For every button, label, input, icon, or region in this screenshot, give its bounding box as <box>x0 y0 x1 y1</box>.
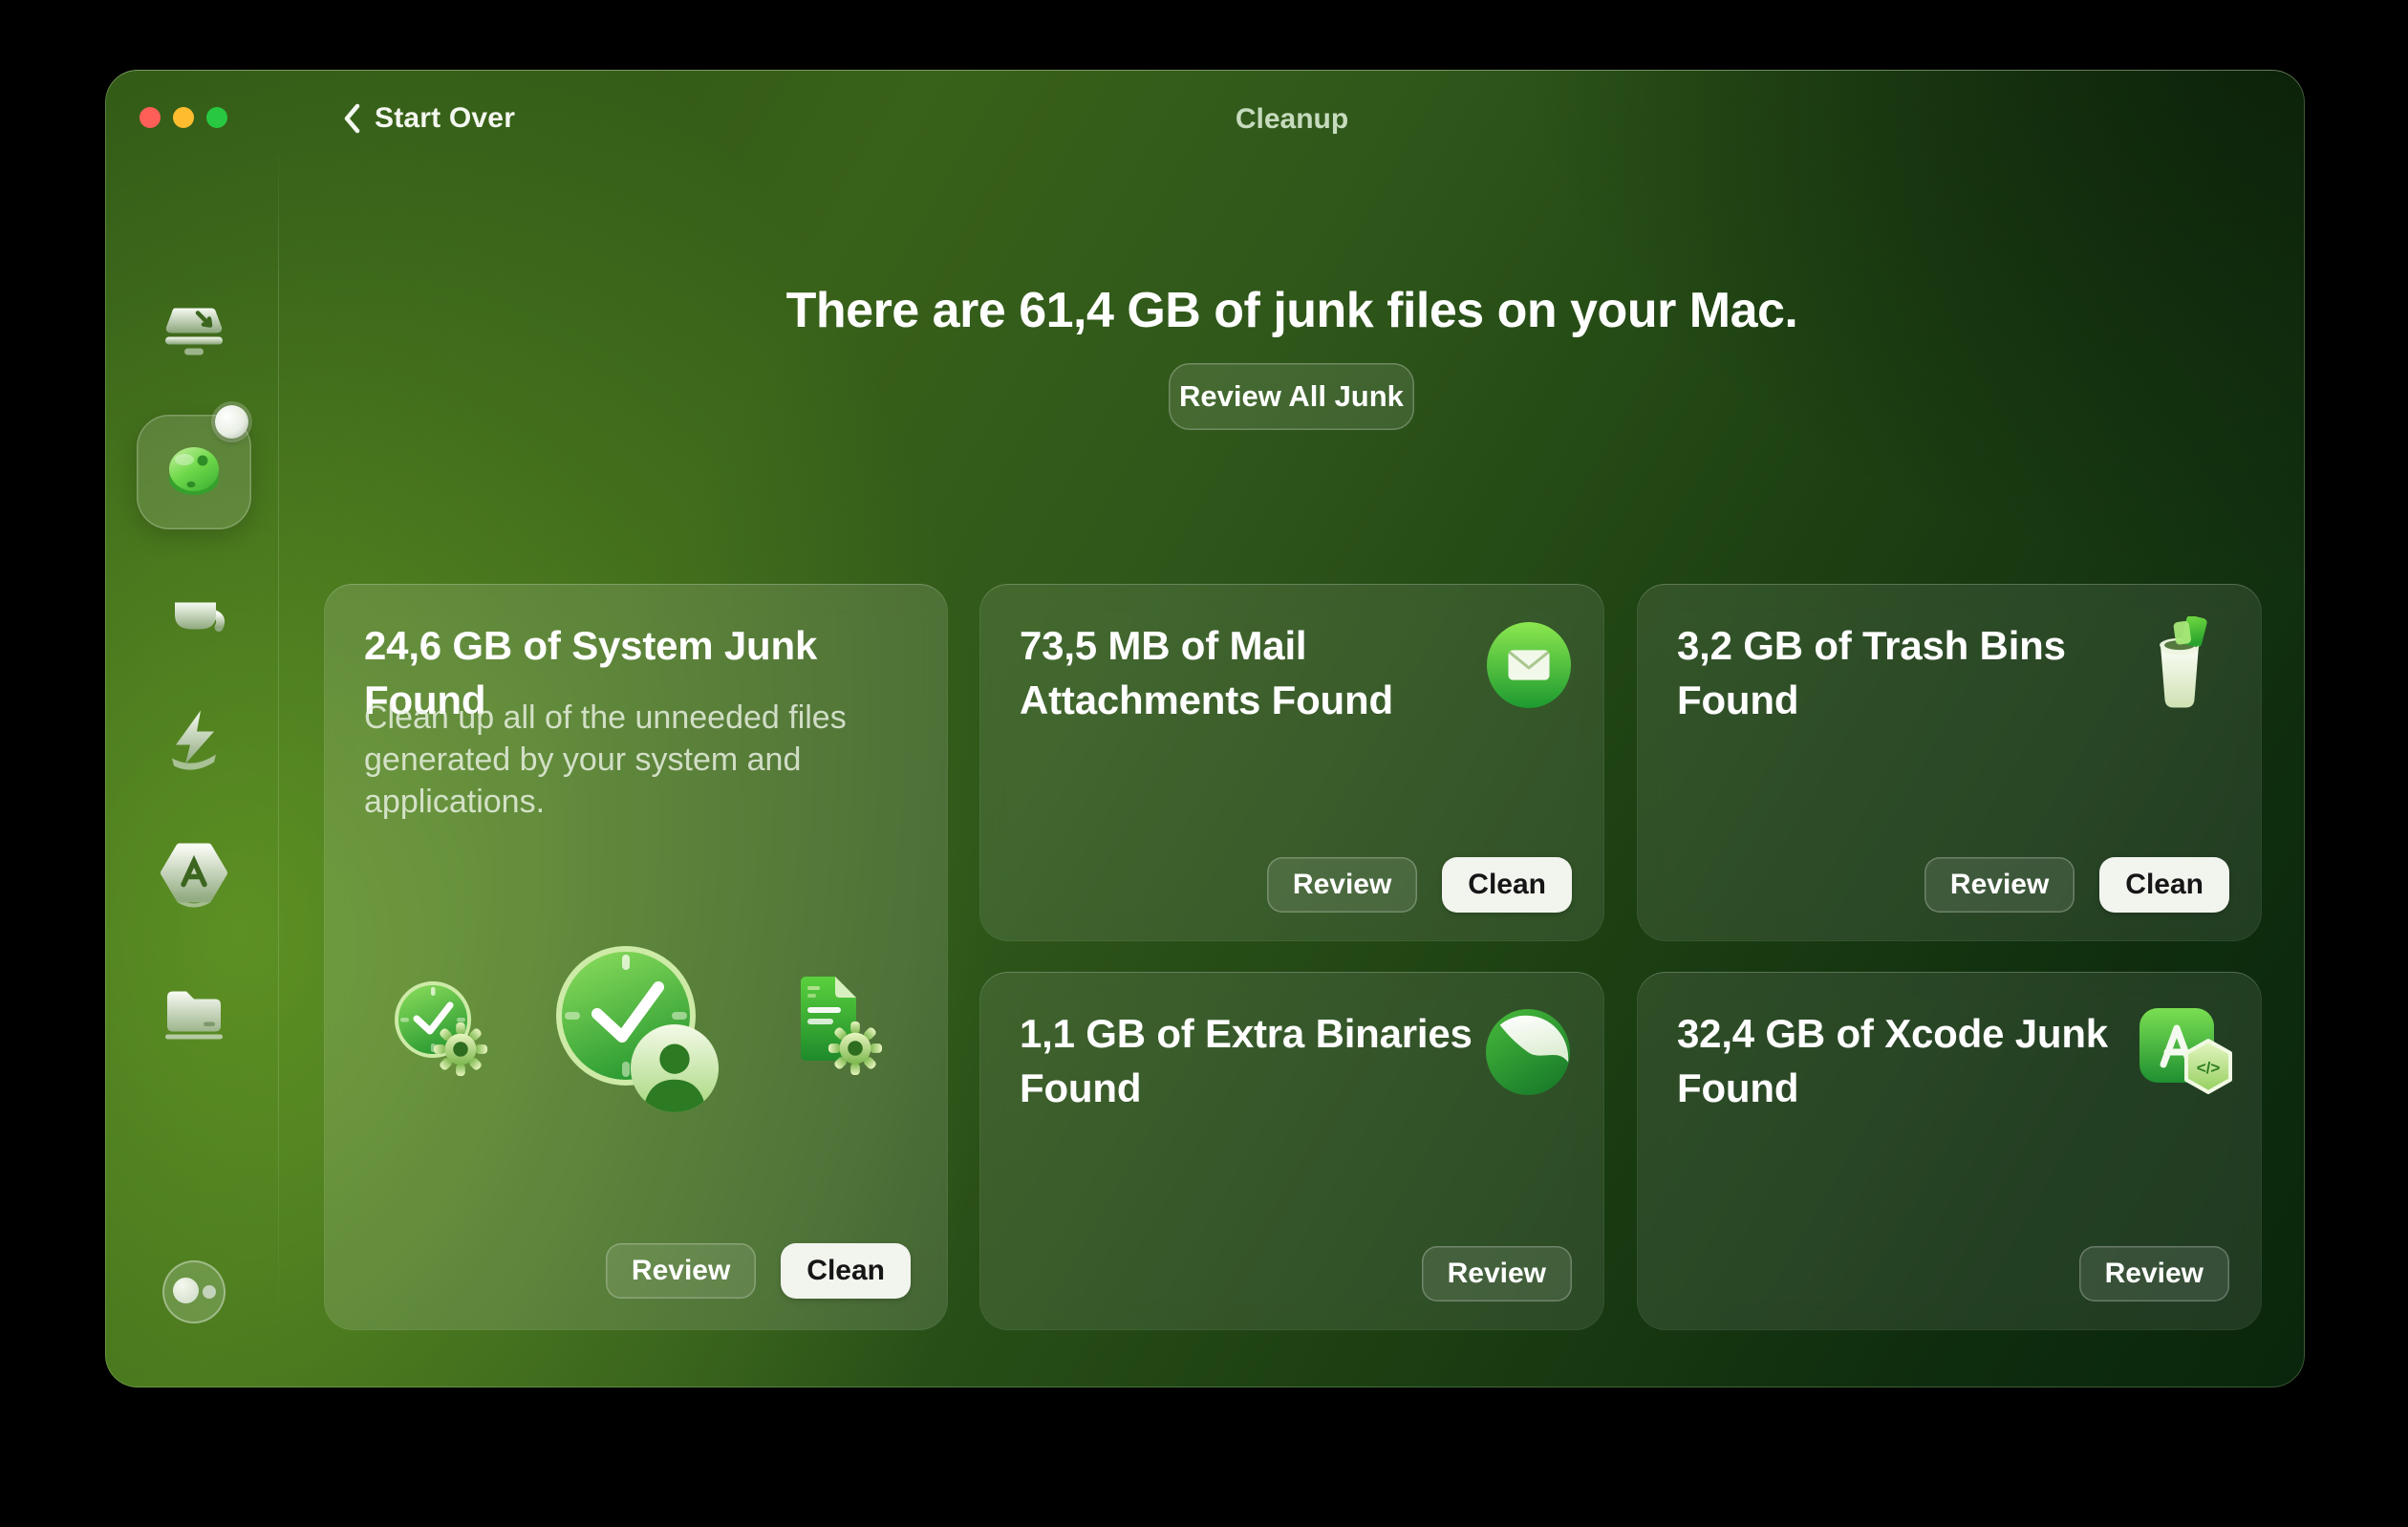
minimize-window-button[interactable] <box>173 107 194 128</box>
xcode-junk-title: 32,4 GB of Xcode Junk Found <box>1677 1011 2108 1110</box>
assistant-small-orb <box>203 1285 216 1299</box>
extra-binaries-review-button[interactable]: Review <box>1421 1246 1572 1301</box>
sidebar-divider <box>278 137 279 1331</box>
gear-icon <box>433 1022 488 1082</box>
sidebar-item-performance[interactable] <box>164 709 224 783</box>
chevron-left-icon <box>342 103 361 134</box>
svg-text:</>: </> <box>2197 1059 2221 1077</box>
trash-bins-clean-button[interactable]: Clean <box>2099 857 2229 913</box>
sidebar-item-applications[interactable] <box>159 843 229 916</box>
trash-bins-title: 3,2 GB of Trash Bins Found <box>1677 623 2066 722</box>
cleanup-cards-grid: 24,6 GB of System Junk Found Clean up al… <box>324 584 2262 1330</box>
xcode-junk-review-button[interactable]: Review <box>2078 1246 2229 1301</box>
lightning-icon <box>164 709 224 783</box>
hand-icon <box>161 574 227 646</box>
folder-icon <box>160 984 228 1046</box>
start-over-label: Start Over <box>375 102 516 134</box>
card-xcode-junk: 32,4 GB of Xcode Junk Found </> Review <box>1637 972 2262 1330</box>
mail-attachments-clean-button[interactable]: Clean <box>1442 857 1572 913</box>
junk-summary-headline: There are 61,4 GB of junk files on your … <box>785 283 1798 338</box>
system-junk-description: Clean up all of the unneeded files gener… <box>364 699 847 820</box>
trash-bins-review-button[interactable]: Review <box>1924 857 2075 913</box>
xcode-icon: </> <box>2139 1007 2234 1098</box>
card-extra-binaries: 1,1 GB of Extra Binaries Found Review <box>979 972 1604 1330</box>
cleanup-badge-orb <box>215 405 248 439</box>
cleanup-disc-icon[interactable] <box>153 431 235 513</box>
window-title: Cleanup <box>1235 103 1349 135</box>
sidebar-item-files[interactable] <box>160 984 228 1046</box>
sidebar-item-smart-scan[interactable] <box>160 305 228 365</box>
card-system-junk: 24,6 GB of System Junk Found Clean up al… <box>324 584 948 1330</box>
start-over-button[interactable]: Start Over <box>342 98 515 139</box>
binaries-icon <box>1485 1008 1571 1101</box>
zoom-window-button[interactable] <box>206 107 227 128</box>
mail-attachments-review-button[interactable]: Review <box>1266 857 1418 913</box>
review-all-junk-button[interactable]: Review All Junk <box>1169 363 1414 430</box>
sidebar-item-protection[interactable] <box>161 574 227 646</box>
mail-icon <box>1486 621 1572 714</box>
card-mail-attachments: 73,5 MB of Mail Attachments Found Review… <box>979 584 1604 941</box>
mail-attachments-title: 73,5 MB of Mail Attachments Found <box>1020 623 1393 722</box>
app-window: Start Over Cleanup There are 61,4 GB of … <box>105 70 2305 1387</box>
titlebar: Start Over Cleanup <box>105 70 2305 165</box>
drive-icon <box>160 305 228 365</box>
system-junk-clean-button[interactable]: Clean <box>781 1243 911 1299</box>
card-trash-bins: 3,2 GB of Trash Bins Found Review Clean <box>1637 584 2262 941</box>
assistant-large-orb <box>173 1278 199 1303</box>
assistant-orbs-icon[interactable] <box>162 1260 226 1323</box>
gear-icon <box>828 1021 883 1081</box>
user-badge-icon <box>628 1022 721 1120</box>
close-window-button[interactable] <box>140 107 161 128</box>
system-junk-review-button[interactable]: Review <box>605 1243 757 1299</box>
extra-binaries-title: 1,1 GB of Extra Binaries Found <box>1020 1011 1473 1110</box>
trash-bin-icon <box>2141 614 2218 719</box>
applications-icon <box>159 843 229 916</box>
